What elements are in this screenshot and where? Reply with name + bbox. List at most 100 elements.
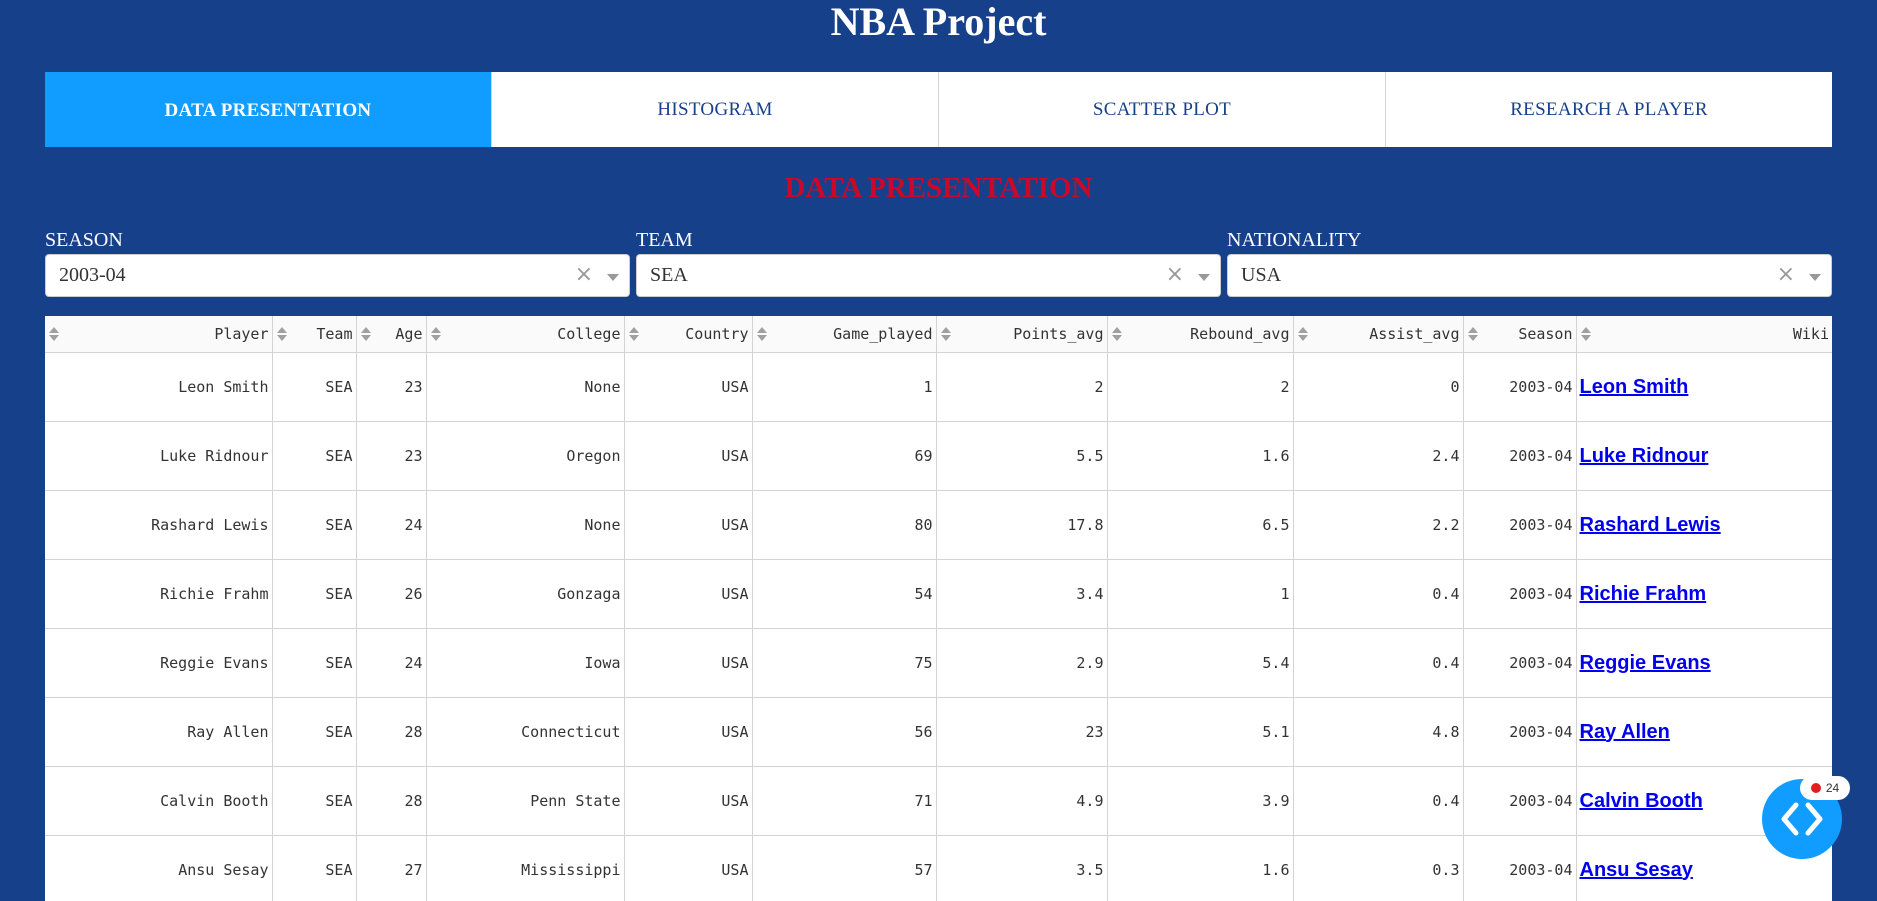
- cell-season: 2003-04: [1462, 421, 1576, 491]
- column-header-label: College: [557, 325, 621, 343]
- sort-icon[interactable]: [360, 326, 371, 342]
- cell-college: None: [425, 490, 624, 560]
- cell-game-played: 57: [751, 835, 936, 901]
- clear-icon[interactable]: ×: [1166, 263, 1184, 287]
- column-header-label: Team: [316, 325, 353, 343]
- cell-season: 2003-04: [1462, 835, 1576, 901]
- cell-team: SEA: [271, 490, 356, 560]
- cell-season: 2003-04: [1462, 490, 1576, 560]
- cell-assist-avg: 0: [1292, 352, 1463, 422]
- cell-player: Rashard Lewis: [45, 490, 272, 560]
- season-dropdown[interactable]: 2003-04 ×: [45, 254, 630, 297]
- cell-college: Connecticut: [425, 697, 624, 767]
- cell-player: Leon Smith: [45, 352, 272, 422]
- cell-rebound-avg: 3.9: [1106, 766, 1293, 836]
- app-title: NBA Project: [830, 0, 1047, 44]
- cell-season: 2003-04: [1462, 628, 1576, 698]
- cell-player: Reggie Evans: [45, 628, 272, 698]
- chevron-down-icon[interactable]: [1198, 274, 1210, 281]
- sort-icon[interactable]: [628, 326, 639, 342]
- error-count-badge[interactable]: 24: [1800, 776, 1850, 800]
- cell-assist-avg: 4.8: [1292, 697, 1463, 767]
- tab-research-a-player[interactable]: RESEARCH A PLAYER: [1385, 72, 1832, 147]
- cell-age: 24: [355, 490, 426, 560]
- wiki-link[interactable]: Luke Ridnour: [1580, 445, 1709, 467]
- sort-icon[interactable]: [430, 326, 441, 342]
- column-header-season[interactable]: Season: [1462, 316, 1576, 353]
- cell-college: Iowa: [425, 628, 624, 698]
- nationality-dropdown[interactable]: USA ×: [1227, 254, 1832, 297]
- cell-country: USA: [623, 352, 752, 422]
- cell-player: Richie Frahm: [45, 559, 272, 629]
- wiki-link[interactable]: Calvin Booth: [1580, 790, 1703, 812]
- cell-rebound-avg: 5.1: [1106, 697, 1293, 767]
- clear-icon[interactable]: ×: [1777, 263, 1795, 287]
- column-header-label: Age: [395, 325, 423, 343]
- column-header-team[interactable]: Team: [271, 316, 356, 353]
- column-header-player[interactable]: Player: [45, 316, 272, 353]
- cell-college: Mississippi: [425, 835, 624, 901]
- sort-icon[interactable]: [1580, 326, 1591, 342]
- cell-assist-avg: 0.3: [1292, 835, 1463, 901]
- cell-team: SEA: [271, 766, 356, 836]
- cell-college: Oregon: [425, 421, 624, 491]
- season-value: 2003-04: [59, 264, 126, 286]
- cell-wiki: Reggie Evans: [1575, 628, 1832, 698]
- error-dot-icon: [1810, 783, 1821, 793]
- column-header-label: Player: [214, 325, 269, 343]
- table-row: Calvin Booth SEA 28 Penn State USA 71 4.9 3.9 0.…: [45, 766, 1832, 836]
- wiki-link[interactable]: Richie Frahm: [1580, 583, 1707, 605]
- sort-icon[interactable]: [276, 326, 287, 342]
- column-header-assist-avg[interactable]: Assist_avg: [1292, 316, 1463, 353]
- code-icon: [1781, 802, 1823, 836]
- column-header-college[interactable]: College: [425, 316, 624, 353]
- season-label: SEASON: [45, 229, 123, 251]
- nationality-filter: NATIONALITY USA ×: [1227, 228, 1832, 297]
- wiki-link[interactable]: Reggie Evans: [1580, 652, 1711, 674]
- column-header-age[interactable]: Age: [355, 316, 426, 353]
- table-row: Leon Smith SEA 23 None USA 1 2 2 0 2003-04 Leon Sm…: [45, 352, 1832, 422]
- column-header-game-played[interactable]: Game_played: [751, 316, 936, 353]
- team-filter: TEAM SEA ×: [636, 228, 1221, 297]
- sort-icon[interactable]: [1467, 326, 1478, 342]
- cell-assist-avg: 0.4: [1292, 766, 1463, 836]
- table-body: Leon Smith SEA 23 None USA 1 2 2 0 2003-04 Leon Sm…: [45, 352, 1832, 901]
- team-dropdown[interactable]: SEA ×: [636, 254, 1221, 297]
- nationality-label: NATIONALITY: [1227, 229, 1362, 251]
- column-header-wiki[interactable]: Wiki: [1575, 316, 1832, 353]
- tab-histogram[interactable]: HISTOGRAM: [491, 72, 938, 147]
- column-header-country[interactable]: Country: [623, 316, 752, 353]
- wiki-link[interactable]: Ansu Sesay: [1580, 859, 1693, 881]
- table-row: Luke Ridnour SEA 23 Oregon USA 69 5.5 1.6 2.4 200…: [45, 421, 1832, 491]
- chevron-down-icon[interactable]: [1809, 274, 1821, 281]
- sort-icon[interactable]: [49, 326, 59, 342]
- cell-player: Luke Ridnour: [45, 421, 272, 491]
- tab-data-presentation[interactable]: DATA PRESENTATION: [45, 72, 491, 147]
- wiki-link[interactable]: Ray Allen: [1580, 721, 1670, 743]
- clear-icon[interactable]: ×: [575, 263, 593, 287]
- wiki-link[interactable]: Leon Smith: [1580, 376, 1689, 398]
- wiki-link[interactable]: Rashard Lewis: [1580, 514, 1721, 536]
- cell-season: 2003-04: [1462, 697, 1576, 767]
- cell-assist-avg: 0.4: [1292, 559, 1463, 629]
- team-value: SEA: [650, 264, 688, 286]
- sort-icon[interactable]: [1297, 326, 1308, 342]
- cell-rebound-avg: 1: [1106, 559, 1293, 629]
- cell-age: 28: [355, 766, 426, 836]
- column-header-label: Points_avg: [1013, 325, 1104, 343]
- sort-icon[interactable]: [940, 326, 951, 342]
- cell-points-avg: 2: [935, 352, 1107, 422]
- cell-wiki: Rashard Lewis: [1575, 490, 1832, 560]
- chevron-down-icon[interactable]: [607, 274, 619, 281]
- cell-country: USA: [623, 559, 752, 629]
- cell-college: Gonzaga: [425, 559, 624, 629]
- cell-assist-avg: 2.4: [1292, 421, 1463, 491]
- sort-icon[interactable]: [1111, 326, 1122, 342]
- column-header-points-avg[interactable]: Points_avg: [935, 316, 1107, 353]
- sort-icon[interactable]: [756, 326, 767, 342]
- column-header-rebound-avg[interactable]: Rebound_avg: [1106, 316, 1293, 353]
- tab-scatter-plot[interactable]: SCATTER PLOT: [938, 72, 1385, 147]
- cell-game-played: 69: [751, 421, 936, 491]
- cell-country: USA: [623, 697, 752, 767]
- cell-points-avg: 23: [935, 697, 1107, 767]
